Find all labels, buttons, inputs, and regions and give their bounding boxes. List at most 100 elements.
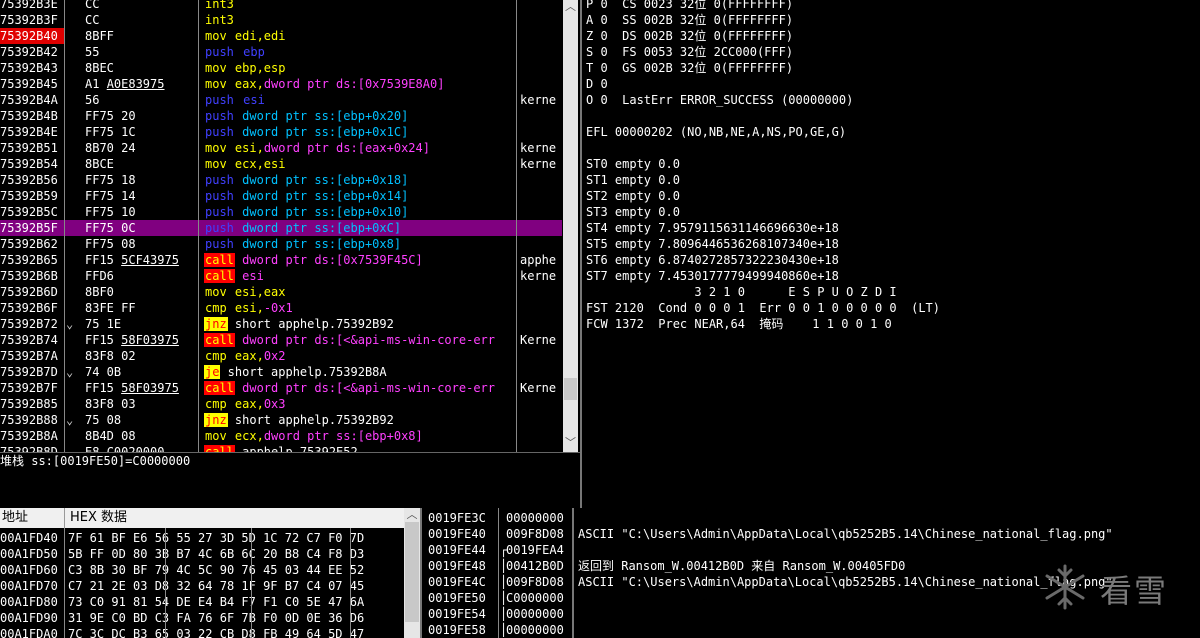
disasm-instruction[interactable]: cmp eax,0x2 [204,348,516,364]
disasm-instruction[interactable]: call esi [204,268,516,284]
stack-row[interactable]: 0019FE40 009F8D08 [422,526,572,542]
dump-header-address[interactable]: 地址 [2,508,28,528]
disasm-address[interactable]: 75392B56 [0,172,64,188]
dump-row[interactable]: 00A1FD60 C3 8B 30 BF 79 4C 5C 90 76 45 03… [0,562,404,578]
disasm-instruction[interactable]: int3 [204,0,516,12]
disasm-instruction[interactable]: push dword ptr ss:[ebp+0x8] [204,236,516,252]
stack-row[interactable]: 0019FE4C │ 009F8D08 [422,574,572,590]
disasm-row[interactable]: 75392B8A 8B4D 08 mov ecx,dword ptr ss:[ebp… [0,428,562,444]
register-line[interactable]: ST1 empty 0.0 [586,172,680,188]
disassembly-scrollbar[interactable]: ︿ ﹀ [563,0,578,452]
disasm-row[interactable]: 75392B74 FF15 58F03975 call dword ptr ds:[… [0,332,562,348]
disasm-instruction[interactable]: push dword ptr ss:[ebp+0x20] [204,108,516,124]
register-line[interactable]: S 0 FS 0053 32位 2CC000(FFF) [586,44,793,60]
register-line[interactable]: ST0 empty 0.0 [586,156,680,172]
disasm-row[interactable]: 75392B3E CC int3 [0,0,562,12]
dump-row[interactable]: 00A1FD50 5B FF 0D 80 3B B7 4C 6B 6C 20 B8… [0,546,404,562]
register-line[interactable]: D 0 [586,76,608,92]
disasm-instruction[interactable]: call dword ptr ds:[<&api-ms-win-core-err [204,380,516,396]
stack-pane[interactable]: 0019FE3C 00000000 0019FE40 009F8D08 0019FE44… [420,508,572,638]
disasm-address[interactable]: 75392B59 [0,188,64,204]
disasm-instruction[interactable]: push dword ptr ss:[ebp+0x1C] [204,124,516,140]
disasm-row[interactable]: 75392B42 55 push ebp [0,44,562,60]
register-line[interactable]: 3 2 1 0 E S P U O Z D I [586,284,896,300]
disasm-row[interactable]: 75392B3F CC int3 [0,12,562,28]
disasm-instruction[interactable]: push ebp [204,44,516,60]
disasm-row[interactable]: 75392B51 8B70 24 mov esi,dword ptr ds:[eax… [0,140,562,156]
disasm-row[interactable]: 75392B43 8BEC mov ebp,esp [0,60,562,76]
disasm-instruction[interactable]: mov eax,dword ptr ds:[0x7539E8A0] [204,76,516,92]
disasm-row[interactable]: 75392B45 A1 A0E83975 mov eax,dword ptr ds:… [0,76,562,92]
stack-row[interactable]: 0019FE44 ┌ 0019FEA4 [422,542,572,558]
disasm-row[interactable]: 75392B7D ⌄ 74 0B je short apphelp.75392B8A [0,364,562,380]
disasm-instruction[interactable]: call apphelp.75392E52 [204,444,516,452]
scrollbar-thumb[interactable] [564,378,577,400]
dump-row[interactable]: 00A1FD80 73 C0 91 81 54 DE E4 B4 F7 F1 C0… [0,594,404,610]
disasm-row[interactable]: 75392B6D 8BF0 mov esi,eax [0,284,562,300]
stack-row[interactable]: 0019FE3C 00000000 [422,510,572,526]
disasm-instruction[interactable]: call dword ptr ds:[0x7539F45C] [204,252,516,268]
disasm-address[interactable]: 75392B7F [0,380,64,396]
disasm-instruction[interactable]: mov esi,eax [204,284,516,300]
disasm-address[interactable]: 75392B54 [0,156,64,172]
disasm-address[interactable]: 75392B43 [0,60,64,76]
register-line[interactable]: ST3 empty 0.0 [586,204,680,220]
register-line[interactable]: P 0 CS 0023 32位 0(FFFFFFFF) [586,0,793,12]
scrollbar-thumb[interactable] [405,522,419,622]
register-line[interactable]: ST5 empty 7.8096446536268107340e+18 [586,236,839,252]
disasm-row[interactable]: 75392B62 FF75 08 push dword ptr ss:[ebp+0x… [0,236,562,252]
dump-header-hex[interactable]: HEX 数据 [70,508,127,528]
disasm-address[interactable]: 75392B4B [0,108,64,124]
dump-row[interactable]: 00A1FDA0 7C 3C DC B3 65 03 22 CB D8 FB 49… [0,626,404,638]
scroll-down-arrow-icon[interactable]: ﹀ [563,436,578,450]
dump-row[interactable]: 00A1FD90 31 9E C0 BD C3 FA 76 6F 7B F0 0D… [0,610,404,626]
disasm-instruction[interactable]: jnz short apphelp.75392B92 [204,316,516,332]
register-line[interactable]: FST 2120 Cond 0 0 0 1 Err 0 0 1 0 0 0 0 … [586,300,940,316]
disasm-address[interactable]: 75392B62 [0,236,64,252]
memory-dump-pane[interactable]: 地址 HEX 数据 00A1FD40 7F 61 BF E6 56 55 27 3… [0,508,420,638]
disasm-row[interactable]: 75392B88 ⌄ 75 08 jnz short apphelp.75392B92 [0,412,562,428]
disasm-instruction[interactable]: call dword ptr ds:[<&api-ms-win-core-err [204,332,516,348]
disasm-address[interactable]: 75392B65 [0,252,64,268]
disasm-address[interactable]: 75392B8D [0,444,64,452]
register-line[interactable]: FCW 1372 Prec NEAR,64 掩码 1 1 0 0 1 0 [586,316,892,332]
disasm-row[interactable]: 75392B5F FF75 0C push dword ptr ss:[ebp+0x… [0,220,562,236]
disasm-instruction[interactable]: push esi [204,92,516,108]
disasm-row[interactable]: 75392B4E FF75 1C push dword ptr ss:[ebp+0x… [0,124,562,140]
disasm-row[interactable]: 75392B4B FF75 20 push dword ptr ss:[ebp+0x… [0,108,562,124]
disasm-address[interactable]: 75392B3E [0,0,64,12]
disasm-instruction[interactable]: je short apphelp.75392B8A [204,364,516,380]
register-line[interactable]: T 0 GS 002B 32位 0(FFFFFFFF) [586,60,793,76]
disasm-row[interactable]: 75392B6B FFD6 call esi kerne [0,268,562,284]
disasm-instruction[interactable]: push dword ptr ss:[ebp+0x18] [204,172,516,188]
register-line[interactable]: ST2 empty 0.0 [586,188,680,204]
disasm-address[interactable]: 75392B8A [0,428,64,444]
register-line[interactable]: A 0 SS 002B 32位 0(FFFFFFFF) [586,12,793,28]
register-line[interactable]: Z 0 DS 002B 32位 0(FFFFFFFF) [586,28,793,44]
disasm-instruction[interactable]: push dword ptr ss:[ebp+0x14] [204,188,516,204]
disasm-instruction[interactable]: mov ecx,esi [204,156,516,172]
dump-row[interactable]: 00A1FD70 C7 21 2E 03 D8 32 64 78 1F 9F B7… [0,578,404,594]
stack-row[interactable]: 0019FE48 │ 00412B0D [422,558,572,574]
disasm-instruction[interactable]: push dword ptr ss:[ebp+0xC] [204,220,516,236]
dump-scrollbar[interactable]: ︿ [404,508,420,638]
disasm-address[interactable]: 75392B4A [0,92,64,108]
disasm-row[interactable]: 75392B59 FF75 14 push dword ptr ss:[ebp+0x… [0,188,562,204]
disasm-row[interactable]: 75392B6F 83FE FF cmp esi,-0x1 [0,300,562,316]
disasm-instruction[interactable]: mov ecx,dword ptr ss:[ebp+0x8] [204,428,516,444]
disasm-instruction[interactable]: mov ebp,esp [204,60,516,76]
scroll-up-arrow-icon[interactable]: ︿ [563,0,578,14]
disasm-address[interactable]: 75392B4E [0,124,64,140]
disasm-instruction[interactable]: push dword ptr ss:[ebp+0x10] [204,204,516,220]
dump-header[interactable]: 地址 HEX 数据 [0,508,404,528]
disasm-address[interactable]: 75392B5C [0,204,64,220]
disassembly-pane[interactable]: 75392B3E CC int3 75392B3F CC int3 75392B40 8BFF… [0,0,578,452]
stack-row[interactable]: 0019FE58 │ 00000000 [422,622,572,638]
disasm-row[interactable]: 75392B40 8BFF mov edi,edi [0,28,562,44]
disasm-address[interactable]: 75392B3F [0,12,64,28]
disasm-instruction[interactable]: int3 [204,12,516,28]
disasm-row[interactable]: 75392B85 83F8 03 cmp eax,0x3 [0,396,562,412]
disasm-instruction[interactable]: jnz short apphelp.75392B92 [204,412,516,428]
disasm-address[interactable]: 75392B85 [0,396,64,412]
dump-row[interactable]: 00A1FD40 7F 61 BF E6 56 55 27 3D 5D 1C 72… [0,530,404,546]
